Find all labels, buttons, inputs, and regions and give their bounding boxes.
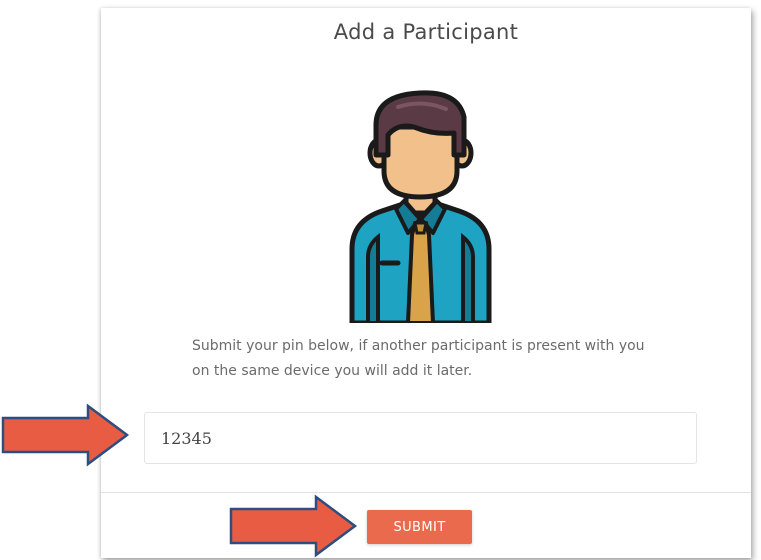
pin-input[interactable] xyxy=(144,412,697,464)
instructions-line-1: Submit your pin below, if another partic… xyxy=(192,338,645,354)
page-title: Add a Participant xyxy=(333,20,519,44)
participant-avatar-icon xyxy=(349,90,492,323)
footer-divider xyxy=(101,492,751,493)
arrow-right-icon xyxy=(1,403,130,467)
add-participant-card: Add a Participant Submit your pin below,… xyxy=(101,8,751,558)
submit-button[interactable]: SUBMIT xyxy=(367,510,472,544)
instructions-line-2: on the same device you will add it later… xyxy=(192,363,473,379)
instructions-text: Submit your pin below, if another partic… xyxy=(192,334,692,384)
arrow-right-icon xyxy=(229,494,358,558)
screen: Add a Participant Submit your pin below,… xyxy=(0,0,761,560)
